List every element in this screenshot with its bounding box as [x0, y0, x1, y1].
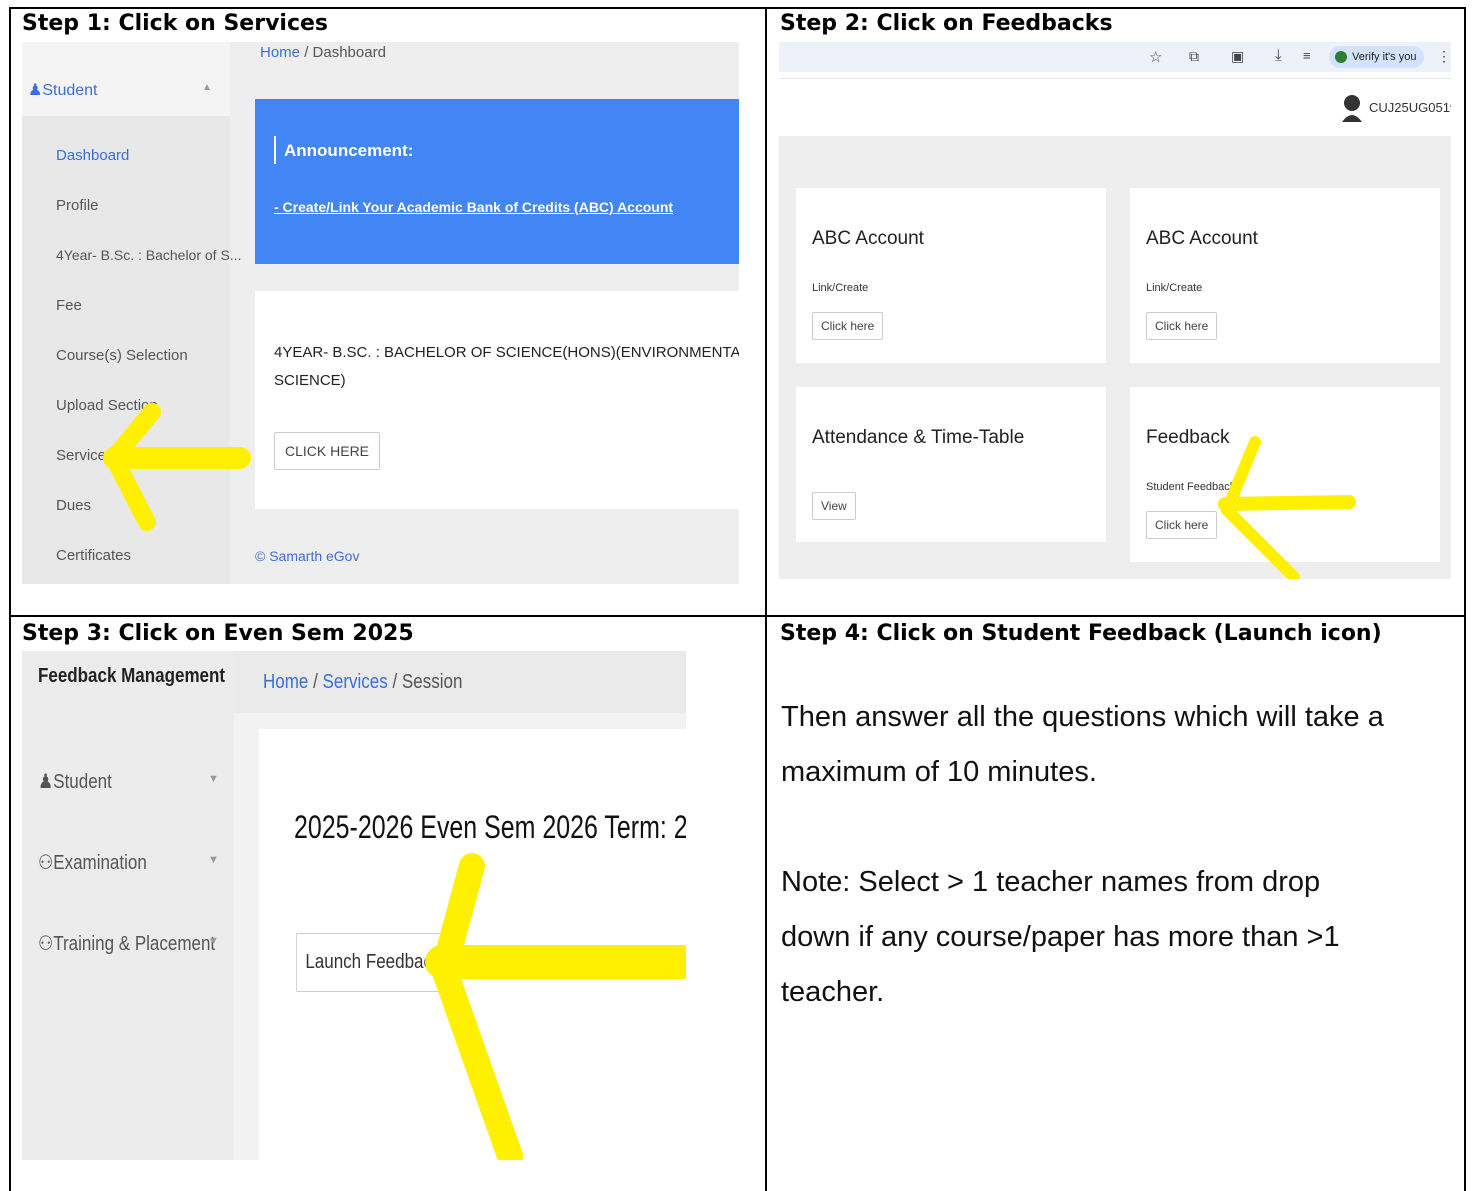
step2-title: Step 2: Click on Feedbacks [780, 11, 1113, 36]
instruction-line: Then answer all the questions which will… [781, 701, 1384, 733]
step3-screenshot: Feedback Management ♟Student ▼ ⚇Examinat… [22, 651, 686, 1160]
step2-screenshot: ☆ ⧉ ▣ ⤓ ≡ Verify it's you ⋮ CUJ25UG0519 … [779, 42, 1451, 579]
column-divider [765, 7, 767, 1191]
right-border [1464, 7, 1466, 1191]
row-divider [9, 615, 1466, 617]
yellow-arrow-icon [1218, 436, 1356, 579]
note-line: Note: Select > 1 teacher names from drop [781, 866, 1321, 898]
note-line: down if any course/paper has more than >… [781, 921, 1340, 953]
yellow-arrow-icon [425, 853, 686, 1160]
yellow-arrow-icon [103, 403, 251, 531]
step4-instructions: Then answer all the questions which will… [781, 690, 1384, 800]
note-line: teacher. [781, 976, 885, 1008]
step4-note: Note: Select > 1 teacher names from drop… [781, 855, 1340, 1020]
step4-title: Step 4: Click on Student Feedback (Launc… [780, 621, 1382, 646]
instruction-line: maximum of 10 minutes. [781, 756, 1097, 788]
step1-title: Step 1: Click on Services [22, 11, 329, 36]
step3-title: Step 3: Click on Even Sem 2025 [22, 621, 414, 646]
step1-screenshot: ♟Student ▲ Dashboard Profile 4Year- B.Sc… [22, 42, 739, 584]
